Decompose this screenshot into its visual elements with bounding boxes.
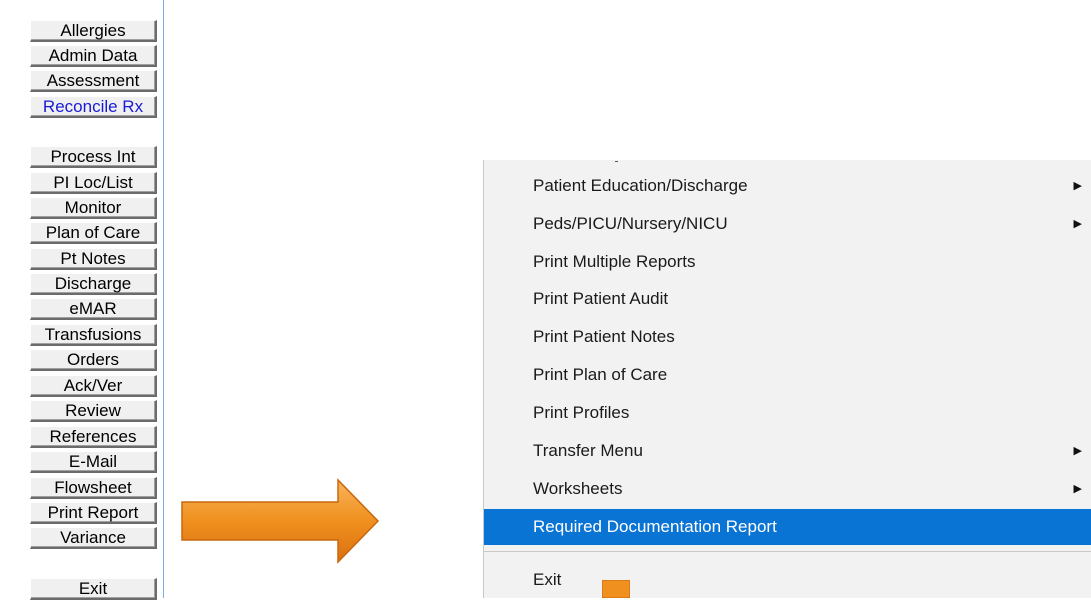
menu-item-print-patient-audit[interactable]: Print Patient Audit xyxy=(484,281,1091,317)
reconcile-rx-button[interactable]: Reconcile Rx xyxy=(30,96,157,118)
menu-item-label: Print Patient Audit xyxy=(533,289,669,308)
submenu-arrow-icon: ▶ xyxy=(1073,218,1082,230)
menu-item-exit[interactable]: Exit xyxy=(484,562,1091,598)
submenu-arrow-icon: ▶ xyxy=(1073,180,1082,192)
menu-item-label: Worksheets xyxy=(533,479,623,498)
e-mail-button[interactable]: E-Mail xyxy=(30,451,157,473)
pointer-arrow-icon xyxy=(181,478,380,564)
allergies-button[interactable]: Allergies xyxy=(30,20,157,42)
menu-item-required-documentation-report[interactable]: Required Documentation Report xyxy=(484,509,1091,545)
menu-item-print-multiple-reports[interactable]: Print Multiple Reports xyxy=(484,244,1091,280)
partial-arrow-icon xyxy=(602,580,630,598)
submenu-arrow-icon: ▶ xyxy=(1073,483,1082,495)
print-context-menu: Patient Education/Discharge ▶ Peds/PICU/… xyxy=(483,160,1091,598)
assessment-button[interactable]: Assessment xyxy=(30,70,157,92)
transfusions-button[interactable]: Transfusions xyxy=(30,324,157,346)
menu-item-patient-education-discharge[interactable]: Patient Education/Discharge ▶ xyxy=(484,168,1091,204)
discharge-button[interactable]: Discharge xyxy=(30,273,157,295)
orders-button[interactable]: Orders xyxy=(30,349,157,371)
menu-item-print-profiles[interactable]: Print Profiles xyxy=(484,395,1091,431)
monitor-button[interactable]: Monitor xyxy=(30,197,157,219)
emar-button[interactable]: eMAR xyxy=(30,298,157,320)
submenu-arrow-icon: ▶ xyxy=(1073,445,1082,457)
variance-button[interactable]: Variance xyxy=(30,527,157,549)
pi-loc-list-button[interactable]: PI Loc/List xyxy=(30,172,157,194)
process-int-button[interactable]: Process Int xyxy=(30,146,157,168)
menu-item-label: Print Profiles xyxy=(533,403,630,422)
menu-item-label: Patient Education/Discharge xyxy=(533,176,748,195)
navigation-button-panel: Allergies Admin Data Assessment Reconcil… xyxy=(0,0,164,600)
exit-button[interactable]: Exit xyxy=(30,578,157,600)
print-report-button[interactable]: Print Report xyxy=(30,502,157,524)
menu-item-worksheets[interactable]: Worksheets ▶ xyxy=(484,471,1091,507)
menu-item-label: Print Patient Notes xyxy=(533,327,675,346)
plan-of-care-button[interactable]: Plan of Care xyxy=(30,222,157,244)
menu-item-print-plan-of-care[interactable]: Print Plan of Care xyxy=(484,357,1091,393)
menu-item-label: Exit xyxy=(533,570,562,589)
clipped-text-fragment xyxy=(615,161,618,162)
menu-item-label: Print Plan of Care xyxy=(533,365,668,384)
menu-item-label: Transfer Menu xyxy=(533,441,643,460)
pt-notes-button[interactable]: Pt Notes xyxy=(30,248,157,270)
menu-item-peds-picu-nursery-nicu[interactable]: Peds/PICU/Nursery/NICU ▶ xyxy=(484,206,1091,242)
menu-item-label: Print Multiple Reports xyxy=(533,252,696,271)
review-button[interactable]: Review xyxy=(30,400,157,422)
menu-item-label: Peds/PICU/Nursery/NICU xyxy=(533,214,728,233)
menu-separator xyxy=(484,551,1091,552)
flowsheet-button[interactable]: Flowsheet xyxy=(30,477,157,499)
ack-ver-button[interactable]: Ack/Ver xyxy=(30,375,157,397)
clipped-menu-item xyxy=(533,160,733,162)
menu-item-print-patient-notes[interactable]: Print Patient Notes xyxy=(484,319,1091,355)
admin-data-button[interactable]: Admin Data xyxy=(30,45,157,67)
menu-item-transfer-menu[interactable]: Transfer Menu ▶ xyxy=(484,433,1091,469)
menu-item-label: Required Documentation Report xyxy=(533,517,777,536)
references-button[interactable]: References xyxy=(30,426,157,448)
